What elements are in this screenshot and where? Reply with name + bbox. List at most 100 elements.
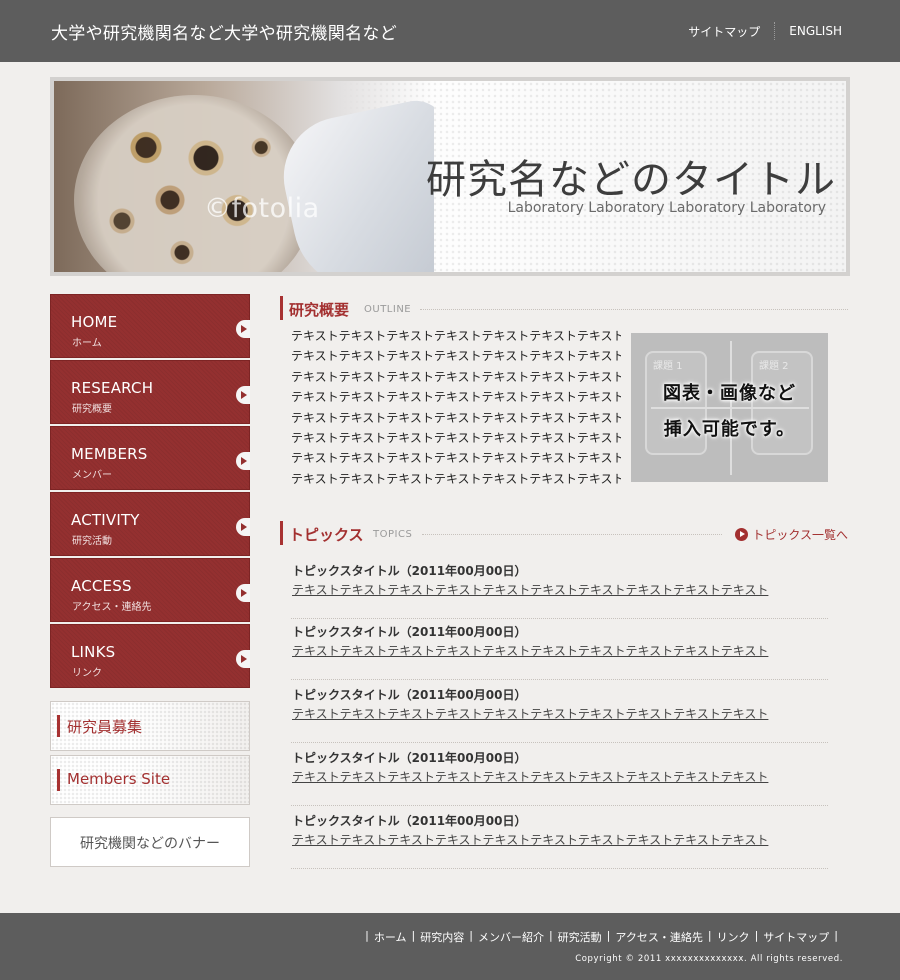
outline-body: テキストテキストテキストテキストテキストテキストテキスト テキストテキストテキス… xyxy=(291,326,621,489)
topics-heading: トピックス TOPICS xyxy=(280,521,722,545)
topics-heading-jp: トピックス xyxy=(289,526,364,544)
footer-link-links[interactable]: リンク xyxy=(717,929,750,945)
topic-link[interactable]: テキストテキストテキストテキストテキストテキストテキストテキストテキストテキスト xyxy=(292,642,768,659)
topic-title: トピックスタイトル（2011年00月00日） xyxy=(292,625,527,639)
photo-watermark: ©fotolia xyxy=(204,193,320,224)
topic-title: トピックスタイトル（2011年00月00日） xyxy=(292,564,527,578)
outline-heading-en: OUTLINE xyxy=(364,304,412,315)
footer-link-home[interactable]: ホーム xyxy=(374,929,407,945)
nav-label-jp: アクセス・連絡先 xyxy=(72,602,152,613)
chevron-right-icon xyxy=(236,518,250,536)
nav-label-jp: 研究概要 xyxy=(72,404,112,415)
figure-caption-line2: 挿入可能です。 xyxy=(663,419,796,440)
footer-link-sitemap[interactable]: サイトマップ xyxy=(763,929,829,945)
topics-list-link[interactable]: トピックス一覧へ xyxy=(735,526,848,543)
footer-link-research[interactable]: 研究内容 xyxy=(420,929,464,945)
topic-item: トピックスタイトル（2011年00月00日） テキストテキストテキストテキストテ… xyxy=(291,680,828,743)
sidebar-item-activity[interactable]: ACTIVITY 研究活動 xyxy=(50,492,250,556)
site-footer: | ホーム | 研究内容 | メンバー紹介 | 研究活動 | アクセス・連絡先 … xyxy=(0,913,900,980)
heading-divider xyxy=(422,534,722,535)
topic-title: トピックスタイトル（2011年00月00日） xyxy=(292,814,527,828)
heading-accent-bar xyxy=(280,296,283,320)
heading-accent-bar xyxy=(280,521,283,545)
nav-label-jp: メンバー xyxy=(72,470,112,481)
sidebar-nav: HOME ホーム RESEARCH 研究概要 MEMBERS メンバー ACTI… xyxy=(50,294,250,690)
footer-divider: | xyxy=(469,929,473,942)
footer-divider: | xyxy=(754,929,759,942)
topic-title: トピックスタイトル（2011年00月00日） xyxy=(292,751,527,765)
figure-box-label: 課題 1 xyxy=(653,361,683,372)
hero-photo: ©fotolia xyxy=(54,81,434,272)
footer-divider: | xyxy=(411,929,416,942)
figure-box-label: 課題 2 xyxy=(759,361,789,372)
footer-link-activity[interactable]: 研究活動 xyxy=(558,929,602,945)
nav-label-jp: ホーム xyxy=(72,338,102,349)
footer-divider: | xyxy=(606,929,611,942)
circle-arrow-icon xyxy=(735,528,749,541)
sidebar-item-research[interactable]: RESEARCH 研究概要 xyxy=(50,360,250,424)
outline-line: テキストテキストテキストテキストテキストテキストテキスト xyxy=(291,349,621,364)
header-nav: サイトマップ ENGLISH xyxy=(688,22,842,40)
nav-label-jp: リンク xyxy=(72,668,102,679)
nav-label-jp: 研究活動 xyxy=(72,536,112,547)
banner-label: Members Site xyxy=(67,770,171,788)
header-nav-divider xyxy=(774,22,776,40)
sidebar-item-links[interactable]: LINKS リンク xyxy=(50,624,250,688)
topic-link[interactable]: テキストテキストテキストテキストテキストテキストテキストテキストテキストテキスト xyxy=(292,831,768,848)
footer-divider: | xyxy=(707,929,712,942)
nav-label-en: ACTIVITY xyxy=(71,511,140,529)
recruit-banner[interactable]: 研究員募集 xyxy=(50,701,250,751)
figure-caption-line1: 図表・画像など xyxy=(663,383,796,404)
sidebar-item-members[interactable]: MEMBERS メンバー xyxy=(50,426,250,490)
footer-divider: | xyxy=(548,929,553,942)
nav-label-en: HOME xyxy=(71,313,118,331)
nav-label-en: MEMBERS xyxy=(71,445,148,463)
topic-item: トピックスタイトル（2011年00月00日） テキストテキストテキストテキストテ… xyxy=(291,556,828,619)
outline-line: テキストテキストテキストテキストテキストテキストテキスト xyxy=(291,471,621,486)
sidebar-item-home[interactable]: HOME ホーム xyxy=(50,294,250,358)
nav-label-en: LINKS xyxy=(71,643,116,661)
institution-banner[interactable]: 研究機関などのバナー xyxy=(50,817,250,867)
topic-item: トピックスタイトル（2011年00月00日） テキストテキストテキストテキストテ… xyxy=(291,617,828,680)
topics-heading-en: TOPICS xyxy=(373,529,413,540)
footer-link-members[interactable]: メンバー紹介 xyxy=(478,929,544,945)
hero-subtitle: Laboratory Laboratory Laboratory Laborat… xyxy=(507,200,826,216)
outline-line: テキストテキストテキストテキストテキストテキストテキスト xyxy=(291,390,621,405)
topic-link[interactable]: テキストテキストテキストテキストテキストテキストテキストテキストテキストテキスト xyxy=(292,581,768,598)
petri-dish-image xyxy=(74,95,314,272)
sitemap-link[interactable]: サイトマップ xyxy=(688,23,760,40)
nav-label-en: RESEARCH xyxy=(71,379,154,397)
copyright-text: Copyright © 2011 xxxxxxxxxxxxxx. All rig… xyxy=(575,954,843,964)
topics-list-link-label: トピックス一覧へ xyxy=(752,528,848,542)
nav-label-en: ACCESS xyxy=(71,577,132,595)
hero-title: 研究名などのタイトル xyxy=(426,157,836,203)
outline-heading: 研究概要 OUTLINE xyxy=(280,296,850,320)
footer-link-access[interactable]: アクセス・連絡先 xyxy=(615,929,702,945)
outline-line: テキストテキストテキストテキストテキストテキストテキスト xyxy=(291,451,621,466)
outline-line: テキストテキストテキストテキストテキストテキストテキスト xyxy=(291,329,621,343)
members-site-banner[interactable]: Members Site xyxy=(50,755,250,805)
topic-item: トピックスタイトル（2011年00月00日） テキストテキストテキストテキストテ… xyxy=(291,806,828,869)
topic-title: トピックスタイトル（2011年00月00日） xyxy=(292,688,527,702)
figure-placeholder: 課題 1 課題 2 図表・画像など 挿入可能です。 xyxy=(631,333,828,482)
sidebar-item-access[interactable]: ACCESS アクセス・連絡先 xyxy=(50,558,250,622)
footer-divider: | xyxy=(834,929,838,942)
outline-heading-jp: 研究概要 xyxy=(289,301,350,319)
chevron-right-icon xyxy=(236,386,250,404)
outline-line: テキストテキストテキストテキストテキストテキストテキスト xyxy=(291,369,621,384)
banner-label: 研究員募集 xyxy=(67,718,143,736)
outline-line: テキストテキストテキストテキストテキストテキストテキスト xyxy=(291,431,621,446)
site-header: 大学や研究機関名など大学や研究機関名など サイトマップ ENGLISH xyxy=(0,0,900,62)
banner-accent-bar xyxy=(57,769,60,791)
english-link[interactable]: ENGLISH xyxy=(789,24,842,38)
topic-link[interactable]: テキストテキストテキストテキストテキストテキストテキストテキストテキストテキスト xyxy=(292,705,768,722)
chevron-right-icon xyxy=(236,452,250,470)
heading-divider xyxy=(420,309,848,310)
banner-label: 研究機関などのバナー xyxy=(80,836,220,852)
footer-nav: | ホーム | 研究内容 | メンバー紹介 | 研究活動 | アクセス・連絡先 … xyxy=(360,929,843,945)
topic-link[interactable]: テキストテキストテキストテキストテキストテキストテキストテキストテキストテキスト xyxy=(292,768,768,785)
site-title[interactable]: 大学や研究機関名など大学や研究機関名など xyxy=(51,19,397,44)
figure-axis-horizontal xyxy=(651,407,809,409)
outline-line: テキストテキストテキストテキストテキストテキストテキスト xyxy=(291,410,621,425)
chevron-right-icon xyxy=(236,650,250,668)
